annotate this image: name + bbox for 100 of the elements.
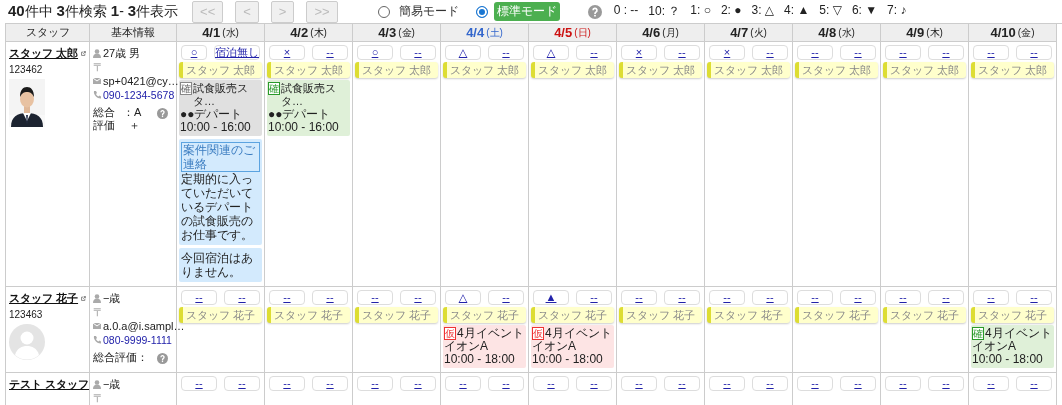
memo-title[interactable]: 案件関連のご連絡 bbox=[181, 142, 260, 172]
job-place: イオンA bbox=[972, 340, 1017, 353]
lodging-button[interactable]: -- bbox=[928, 45, 964, 60]
lodging-button[interactable]: -- bbox=[224, 376, 260, 391]
lodging-button[interactable]: -- bbox=[752, 376, 788, 391]
age-gender: −歳 bbox=[103, 290, 121, 306]
job-card[interactable]: 確 試食販売スタ… ●●デパート 10:00 - 16:00 bbox=[267, 80, 350, 136]
date-header: 4/6(月) bbox=[617, 24, 705, 42]
availability-button[interactable]: -- bbox=[533, 376, 569, 391]
date-header: 4/2(木) bbox=[265, 24, 353, 42]
job-card[interactable]: 仮 4月イベント イオンA 10:00 - 18:00 bbox=[443, 325, 526, 368]
availability-button[interactable]: -- bbox=[181, 290, 217, 305]
lodging-button[interactable]: -- bbox=[928, 290, 964, 305]
lodging-button[interactable]: -- bbox=[840, 290, 876, 305]
availability-button[interactable]: -- bbox=[973, 290, 1009, 305]
availability-button[interactable]: -- bbox=[709, 376, 745, 391]
lodging-button[interactable]: -- bbox=[488, 376, 524, 391]
availability-button[interactable]: △ bbox=[445, 290, 481, 305]
job-time: 10:00 - 16:00 bbox=[180, 121, 252, 134]
availability-button[interactable]: -- bbox=[973, 376, 1009, 391]
lodging-button[interactable]: -- bbox=[312, 45, 348, 60]
availability-button[interactable]: × bbox=[269, 45, 305, 60]
lodging-button[interactable]: -- bbox=[488, 45, 524, 60]
age-gender: −歳 bbox=[103, 376, 121, 392]
staff-id: 123462 bbox=[9, 64, 44, 75]
availability-button[interactable]: ▲ bbox=[533, 290, 569, 305]
staff-note: スタッフ 花子 bbox=[707, 307, 790, 323]
column-header: スタッフ bbox=[5, 24, 90, 42]
lodging-button[interactable]: -- bbox=[664, 290, 700, 305]
availability-button[interactable]: △ bbox=[445, 45, 481, 60]
status-badge: 確 bbox=[972, 327, 984, 340]
lodging-button[interactable]: -- bbox=[400, 45, 436, 60]
staff-note: スタッフ 太郎 bbox=[707, 62, 790, 78]
availability-button[interactable]: -- bbox=[269, 290, 305, 305]
availability-button[interactable]: -- bbox=[621, 376, 657, 391]
job-time: 10:00 - 18:00 bbox=[532, 353, 604, 366]
lodging-button[interactable]: -- bbox=[664, 376, 700, 391]
job-time: 10:00 - 18:00 bbox=[444, 353, 516, 366]
lodging-button[interactable]: -- bbox=[752, 290, 788, 305]
availability-button[interactable]: -- bbox=[357, 290, 393, 305]
job-card[interactable]: 確 4月イベント イオンA 10:00 - 18:00 bbox=[971, 325, 1054, 368]
staff-note: スタッフ 太郎 bbox=[267, 62, 350, 78]
staff-name-link[interactable]: スタッフ 花子 bbox=[9, 291, 79, 306]
lodging-button[interactable]: 宿泊無し bbox=[214, 45, 260, 60]
job-title: 4月イベント bbox=[985, 327, 1052, 340]
job-card[interactable]: 確 試食販売スタ… ●●デパート 10:00 - 16:00 bbox=[179, 80, 262, 136]
availability-button[interactable]: -- bbox=[885, 45, 921, 60]
mode-label[interactable]: 簡易モード bbox=[395, 2, 462, 21]
availability-button[interactable]: △ bbox=[533, 45, 569, 60]
staff-id: 123463 bbox=[9, 309, 44, 320]
lodging-button[interactable]: -- bbox=[576, 45, 612, 60]
lodging-button[interactable]: -- bbox=[400, 376, 436, 391]
postal-mark: 〒 bbox=[93, 304, 104, 320]
lodging-button[interactable]: -- bbox=[488, 290, 524, 305]
legend-item: 2: ● bbox=[720, 3, 742, 19]
rating-label: 総合評価 bbox=[93, 106, 116, 132]
lodging-button[interactable]: -- bbox=[312, 290, 348, 305]
lodging-button[interactable]: -- bbox=[1016, 376, 1052, 391]
lodging-button[interactable]: -- bbox=[752, 45, 788, 60]
availability-button[interactable]: -- bbox=[445, 376, 481, 391]
job-place: ●●デパート bbox=[180, 108, 244, 121]
lodging-button[interactable]: -- bbox=[400, 290, 436, 305]
lodging-button[interactable]: -- bbox=[928, 376, 964, 391]
availability-button[interactable]: × bbox=[709, 45, 745, 60]
date-header: 4/9(木) bbox=[881, 24, 969, 42]
postal-mark: 〒 bbox=[93, 59, 104, 75]
legend-item: 7: ♪ bbox=[887, 3, 907, 19]
availability-button[interactable]: -- bbox=[797, 290, 833, 305]
postal-mark: 〒 bbox=[93, 390, 104, 405]
availability-button[interactable]: ○ bbox=[181, 45, 207, 60]
lodging-button[interactable]: -- bbox=[1016, 290, 1052, 305]
availability-button[interactable]: × bbox=[621, 45, 657, 60]
staff-note: スタッフ 花子 bbox=[355, 307, 438, 323]
availability-button[interactable]: -- bbox=[973, 45, 1009, 60]
phone-link[interactable]: 090-1234-5678 bbox=[103, 89, 175, 101]
lodging-button[interactable]: -- bbox=[576, 376, 612, 391]
job-card[interactable]: 仮 4月イベント イオンA 10:00 - 18:00 bbox=[531, 325, 614, 368]
availability-button[interactable]: -- bbox=[885, 376, 921, 391]
job-title: 試食販売スタ… bbox=[193, 82, 249, 108]
availability-button[interactable]: -- bbox=[885, 290, 921, 305]
availability-button[interactable]: -- bbox=[357, 376, 393, 391]
availability-button[interactable]: -- bbox=[181, 376, 217, 391]
lodging-button[interactable]: -- bbox=[840, 376, 876, 391]
lodging-button[interactable]: -- bbox=[664, 45, 700, 60]
staff-note: スタッフ 花子 bbox=[267, 307, 350, 323]
lodging-button[interactable]: -- bbox=[1016, 45, 1052, 60]
availability-button[interactable]: -- bbox=[621, 290, 657, 305]
availability-button[interactable]: -- bbox=[797, 45, 833, 60]
availability-button[interactable]: -- bbox=[269, 376, 305, 391]
availability-button[interactable]: ○ bbox=[357, 45, 393, 60]
status-badge: 確 bbox=[180, 82, 192, 95]
availability-button[interactable]: -- bbox=[797, 376, 833, 391]
availability-button[interactable]: -- bbox=[709, 290, 745, 305]
lodging-button[interactable]: -- bbox=[840, 45, 876, 60]
phone-link[interactable]: 080-9999-1111 bbox=[103, 334, 172, 346]
lodging-button[interactable]: -- bbox=[576, 290, 612, 305]
status-badge: 確 bbox=[268, 82, 280, 95]
lodging-button[interactable]: -- bbox=[312, 376, 348, 391]
lodging-button[interactable]: -- bbox=[224, 290, 260, 305]
staff-name-link[interactable]: スタッフ 太郎 bbox=[9, 46, 79, 61]
